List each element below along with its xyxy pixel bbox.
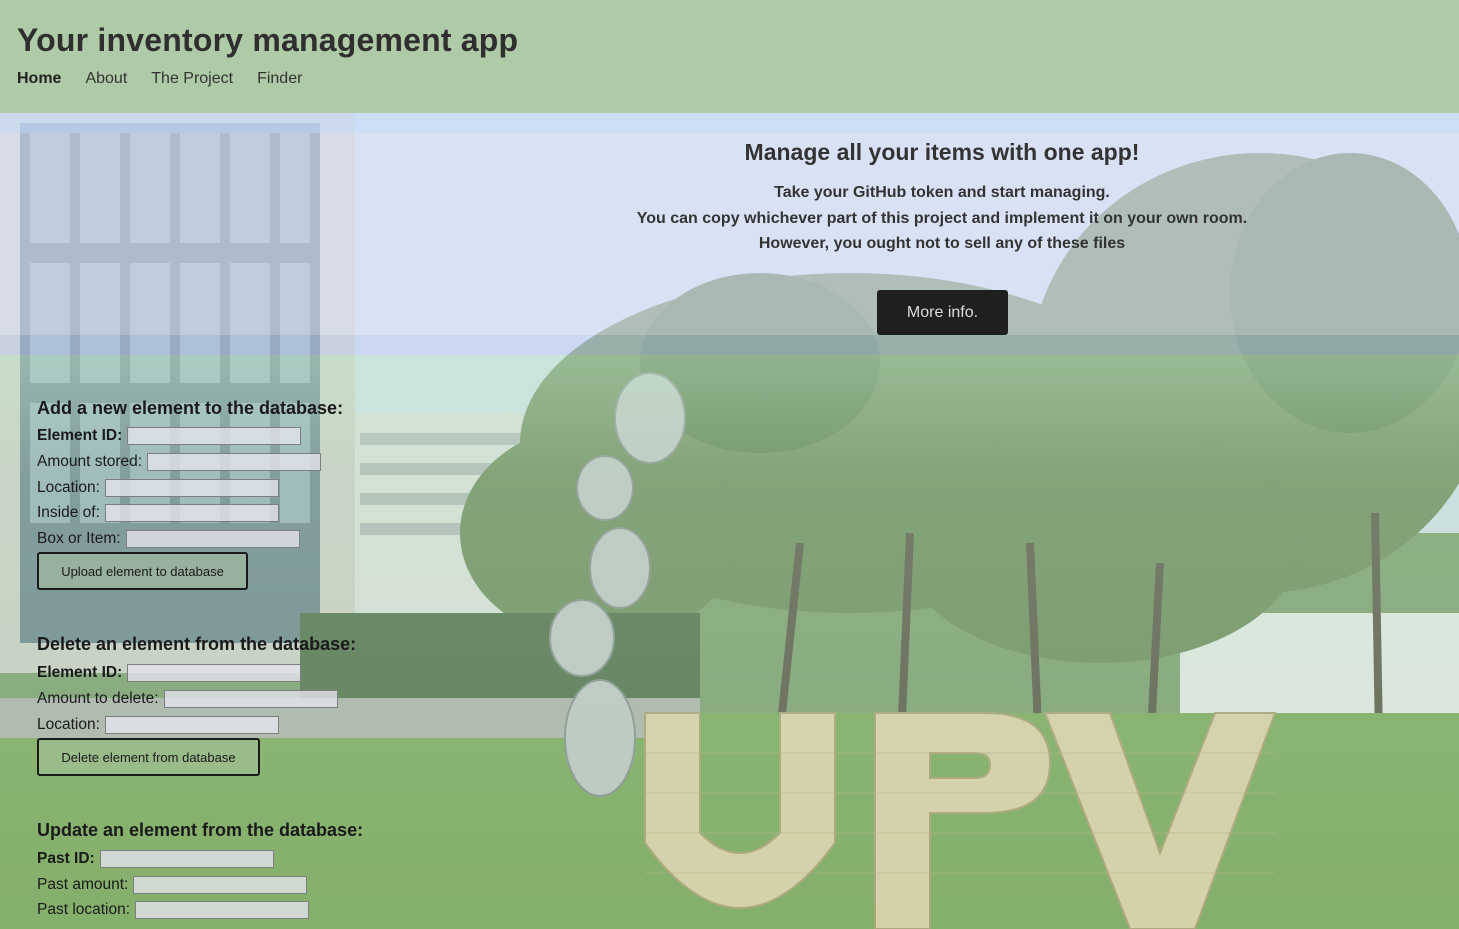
add-inside-of-row: Inside of: [37,504,279,522]
update-past-location-row: Past location: [37,901,310,919]
hero: Manage all your items with one app! Take… [622,113,1262,257]
nav-finder[interactable]: Finder [257,70,302,88]
add-form-title: Add a new element to the database: [37,398,344,418]
nav-home[interactable]: Home [17,70,61,88]
update-past-location-input[interactable] [135,901,310,919]
add-inside-of-label: Inside of: [37,504,100,521]
update-form-title: Update an element from the database: [37,820,364,840]
add-amount-input[interactable] [147,453,322,471]
hero-line: Take your GitHub token and start managin… [774,184,1110,201]
update-past-id-row: Past ID: [37,850,274,868]
nav-the-project[interactable]: The Project [151,70,233,88]
add-location-label: Location: [37,479,100,496]
update-past-location-label: Past location: [37,901,131,918]
add-element-id-label: Element ID: [37,427,123,444]
hero-line: However, you ought not to sell any of th… [758,235,1126,252]
add-inside-of-input[interactable] [104,504,279,522]
delete-element-button[interactable]: Delete element from database [37,738,260,776]
add-box-or-item-label: Box or Item: [37,530,121,547]
delete-location-row: Location: [37,716,279,734]
add-element-id-row: Element ID: [37,427,302,445]
update-element-form: Update an element from the database: [37,820,363,841]
delete-amount-input[interactable] [163,690,338,708]
delete-element-id-input[interactable] [127,664,302,682]
delete-amount-row: Amount to delete: [37,690,338,708]
add-element-id-input[interactable] [127,427,302,445]
update-past-id-label: Past ID: [37,850,95,867]
update-past-amount-row: Past amount: [37,876,308,894]
update-past-id-input[interactable] [99,850,274,868]
add-amount-row: Amount stored: [37,453,322,471]
add-box-or-item-row: Box or Item: [37,530,300,548]
delete-location-label: Location: [37,716,100,733]
nav-about[interactable]: About [85,70,127,88]
app-title: Your inventory management app [17,22,519,58]
hero-title: Manage all your items with one app! [744,139,1140,165]
add-location-input[interactable] [104,479,279,497]
hero-line: You can copy whichever part of this proj… [636,209,1248,227]
delete-form-title: Delete an element from the database: [37,634,357,654]
update-past-amount-label: Past amount: [37,876,129,893]
main-nav: Home About The Project Finder [17,70,326,88]
delete-element-id-row: Element ID: [37,664,302,682]
add-amount-label: Amount stored: [37,453,143,470]
add-element-form: Add a new element to the database: [37,398,343,419]
update-past-amount-input[interactable] [133,876,308,894]
site-header: Your inventory management app Home About… [0,0,1459,113]
delete-amount-label: Amount to delete: [37,690,159,707]
delete-location-input[interactable] [104,716,279,734]
add-location-row: Location: [37,479,279,497]
delete-element-id-label: Element ID: [37,664,123,681]
delete-element-form: Delete an element from the database: [37,634,356,655]
upload-element-button[interactable]: Upload element to database [37,552,248,590]
add-box-or-item-input[interactable] [125,530,300,548]
hero-text: Take your GitHub token and start managin… [622,180,1262,257]
more-info-button[interactable]: More info. [877,290,1008,335]
